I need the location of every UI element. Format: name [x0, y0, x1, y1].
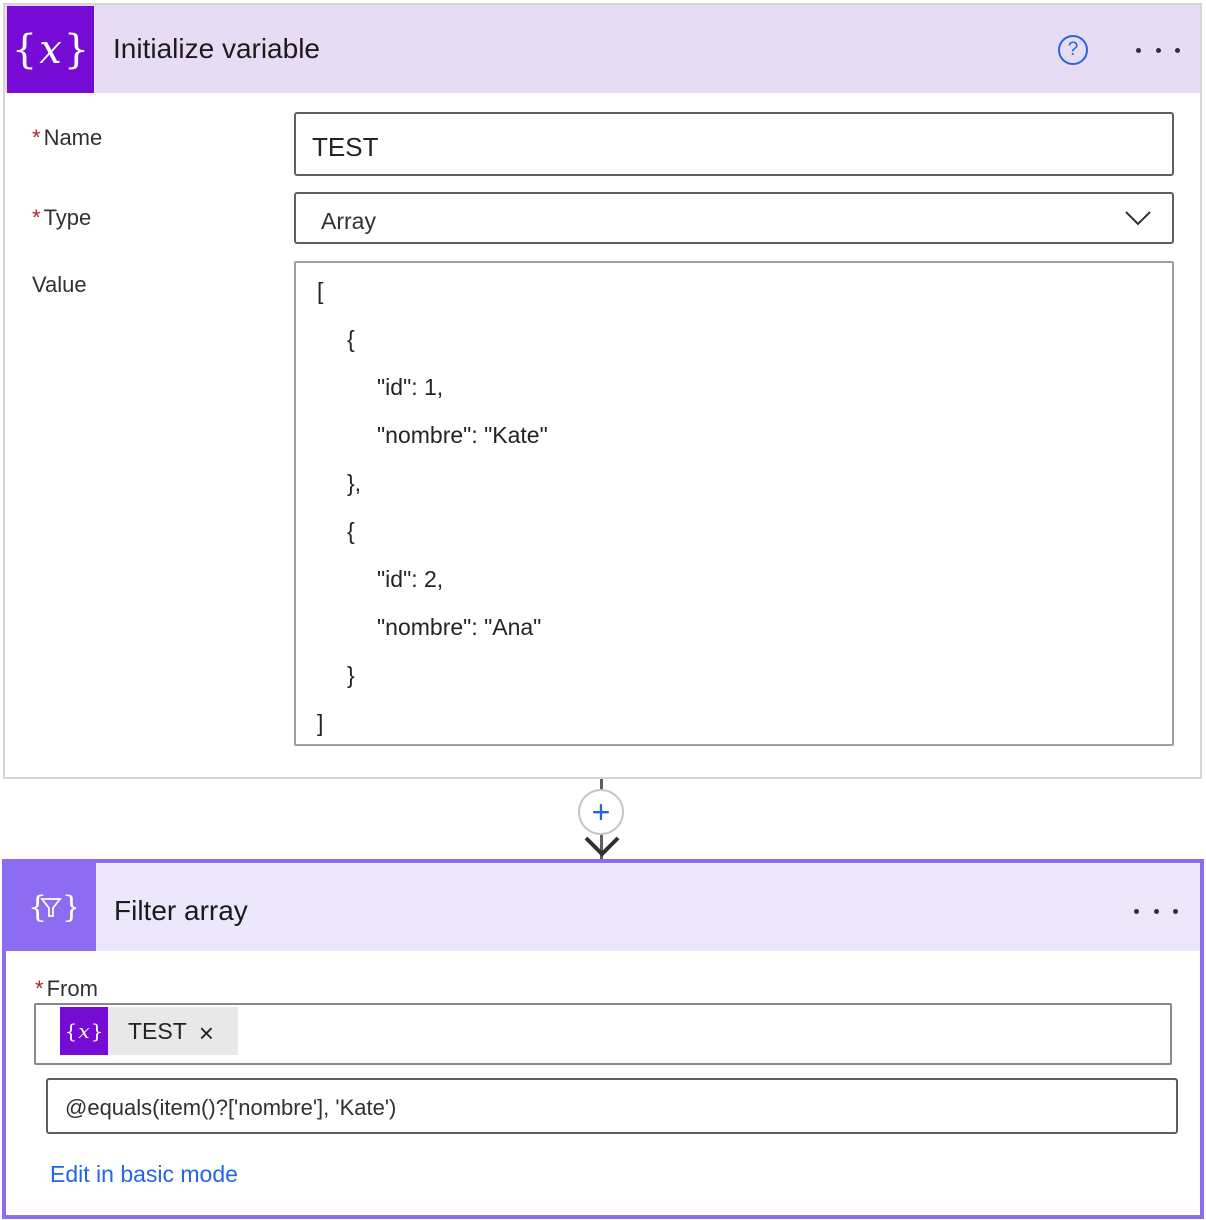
value-line: ] — [317, 710, 324, 736]
type-select[interactable]: Array — [294, 192, 1174, 244]
value-textarea[interactable]: [ { "id": 1, "nombre": "Kate" }, { "id":… — [294, 261, 1174, 746]
value-line: "nombre": "Kate" — [377, 422, 548, 448]
chevron-down-icon — [1125, 211, 1151, 226]
value-line: "id": 1, — [377, 374, 444, 400]
from-input[interactable]: {x} TEST × — [34, 1003, 1172, 1065]
plus-icon[interactable]: + — [578, 789, 624, 835]
more-options-icon[interactable] — [1134, 905, 1178, 917]
value-line: [ — [317, 278, 324, 304]
svg-text:{: { — [28, 890, 47, 925]
edit-in-basic-mode-link[interactable]: Edit in basic mode — [50, 1161, 238, 1188]
close-icon[interactable]: × — [199, 1020, 214, 1046]
required-marker: * — [35, 976, 44, 1001]
condition-expression-input[interactable]: @equals(item()?['nombre'], 'Kate') — [46, 1078, 1178, 1134]
required-marker: * — [32, 205, 41, 230]
value-line: }, — [347, 470, 362, 496]
help-icon[interactable]: ? — [1058, 35, 1088, 65]
value-line: { — [347, 326, 355, 352]
filter-array-header[interactable]: { } Filter array — [6, 863, 1200, 951]
token-label: TEST — [128, 1017, 187, 1044]
name-input[interactable]: TEST — [294, 112, 1174, 176]
type-select-value: Array — [321, 208, 376, 234]
svg-text:}: } — [62, 890, 76, 925]
more-options-icon[interactable] — [1136, 44, 1180, 56]
filter-array-card: { } Filter array *From {x} TEST × @equal… — [2, 859, 1204, 1219]
variable-braces-icon: {x} — [60, 1007, 108, 1055]
type-field-label: * Type — [32, 205, 92, 230]
from-field-label: * From — [35, 976, 98, 1001]
value-field-label: Value — [32, 272, 87, 297]
required-marker: * — [32, 125, 41, 150]
initialize-variable-header[interactable]: {x} Initialize variable ? — [5, 5, 1200, 93]
variable-braces-icon: {x} — [7, 6, 94, 93]
dynamic-content-token[interactable]: {x} TEST × — [60, 1007, 238, 1055]
value-line: "id": 2, — [377, 566, 444, 592]
name-field-label: * Name — [32, 125, 103, 150]
value-line: { — [347, 518, 355, 544]
arrow-down-icon — [584, 836, 620, 857]
filter-braces-icon: { } — [6, 863, 96, 951]
value-line: "nombre": "Ana" — [377, 614, 542, 640]
card-title: Filter array — [114, 895, 248, 926]
card-title: Initialize variable — [113, 33, 320, 64]
initialize-variable-card: {x} Initialize variable ? * Name TEST * Ty… — [3, 3, 1202, 779]
value-line: } — [347, 662, 355, 688]
